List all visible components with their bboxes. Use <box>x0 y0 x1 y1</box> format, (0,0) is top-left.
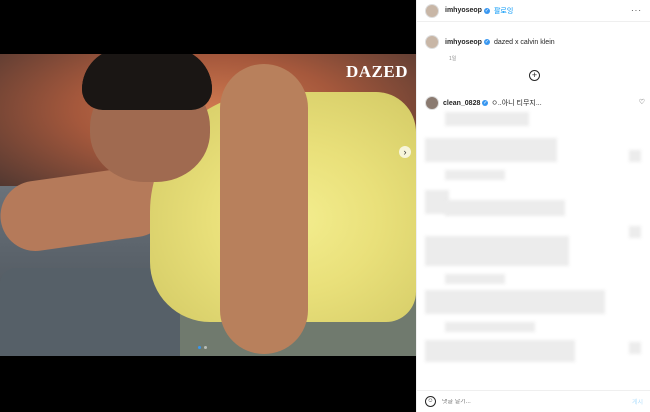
post-media[interactable]: DAZED › <box>0 0 416 412</box>
blurred-comment <box>445 170 505 180</box>
carousel-dot-active <box>198 346 201 349</box>
emoji-icon[interactable]: ☺ <box>425 396 436 407</box>
header-username[interactable]: imhyoseop <box>445 7 482 14</box>
carousel-dots <box>198 346 207 349</box>
post-header: imhyoseop ✓ 팔로잉 ··· <box>417 0 650 22</box>
verified-badge-icon: ✓ <box>483 7 490 14</box>
carousel-dot <box>204 346 207 349</box>
heart-icon[interactable]: ♡ <box>639 98 645 106</box>
caption-username[interactable]: imhyoseop <box>445 39 482 46</box>
plus-circle-icon[interactable]: + <box>529 70 540 81</box>
photo-hair-top <box>82 54 212 110</box>
post-timestamp[interactable]: 1일 <box>417 55 650 62</box>
blurred-comment <box>629 150 641 162</box>
blurred-comment <box>425 290 605 314</box>
comment-username[interactable]: clean_0828 <box>443 100 480 107</box>
comment-item: clean_0828 ✓ ㅇ..아니 티무지... ♡ <box>425 96 647 110</box>
blurred-comment <box>445 200 565 216</box>
comment-text: ㅇ..아니 티무지... <box>491 100 542 107</box>
post-modal: DAZED › imhyoseop ✓ 팔로잉 ··· imhyoseop ✓ … <box>0 0 650 412</box>
caption-avatar[interactable] <box>425 35 439 49</box>
caption-text: dazed x calvin klein <box>493 38 555 46</box>
comment-footer: ☺ 게시 <box>417 390 650 412</box>
post-caption: imhyoseop ✓ dazed x calvin klein <box>417 22 650 49</box>
chevron-right-icon: › <box>403 147 407 157</box>
blurred-comment <box>445 322 535 332</box>
blurred-comment <box>425 236 569 266</box>
follow-button[interactable]: 팔로잉 <box>494 6 513 16</box>
blurred-comment <box>425 340 575 362</box>
carousel-next-button[interactable]: › <box>399 146 411 158</box>
blurred-comment <box>629 226 641 238</box>
brand-logo: DAZED <box>346 62 409 81</box>
post-sidebar: imhyoseop ✓ 팔로잉 ··· imhyoseop ✓ dazed x … <box>416 0 650 412</box>
more-options-icon[interactable]: ··· <box>631 6 642 15</box>
verified-badge-icon: ✓ <box>482 100 489 106</box>
comment-input[interactable] <box>442 398 632 405</box>
post-photo[interactable]: DAZED <box>0 54 416 356</box>
blurred-comment <box>629 342 641 354</box>
blurred-comment <box>445 274 505 284</box>
avatar[interactable] <box>425 3 439 18</box>
blurred-comment <box>445 112 529 126</box>
post-comment-button[interactable]: 게시 <box>632 397 643 406</box>
comment-avatar[interactable] <box>425 96 439 110</box>
blurred-comment <box>425 138 557 162</box>
photo-arm-right <box>220 64 308 354</box>
verified-badge-icon: ✓ <box>483 39 490 45</box>
